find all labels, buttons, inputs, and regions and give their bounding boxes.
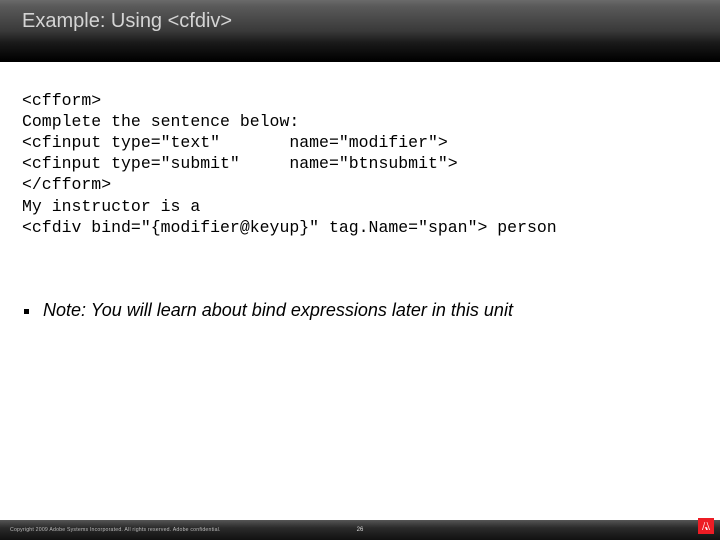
- note-text: Note: You will learn about bind expressi…: [43, 300, 513, 321]
- footer-bar: Copyright 2009 Adobe Systems Incorporate…: [0, 520, 720, 540]
- code-example: <cfform> Complete the sentence below: <c…: [22, 90, 698, 238]
- slide-title: Example: Using <cfdiv>: [22, 10, 698, 33]
- content-area: <cfform> Complete the sentence below: <c…: [0, 62, 720, 321]
- copyright-text: Copyright 2009 Adobe Systems Incorporate…: [10, 527, 221, 533]
- title-bar: Example: Using <cfdiv>: [0, 0, 720, 62]
- page-number: 26: [357, 527, 364, 533]
- adobe-logo-icon: [698, 518, 714, 534]
- note-row: Note: You will learn about bind expressi…: [22, 300, 698, 321]
- bullet-icon: [24, 309, 29, 314]
